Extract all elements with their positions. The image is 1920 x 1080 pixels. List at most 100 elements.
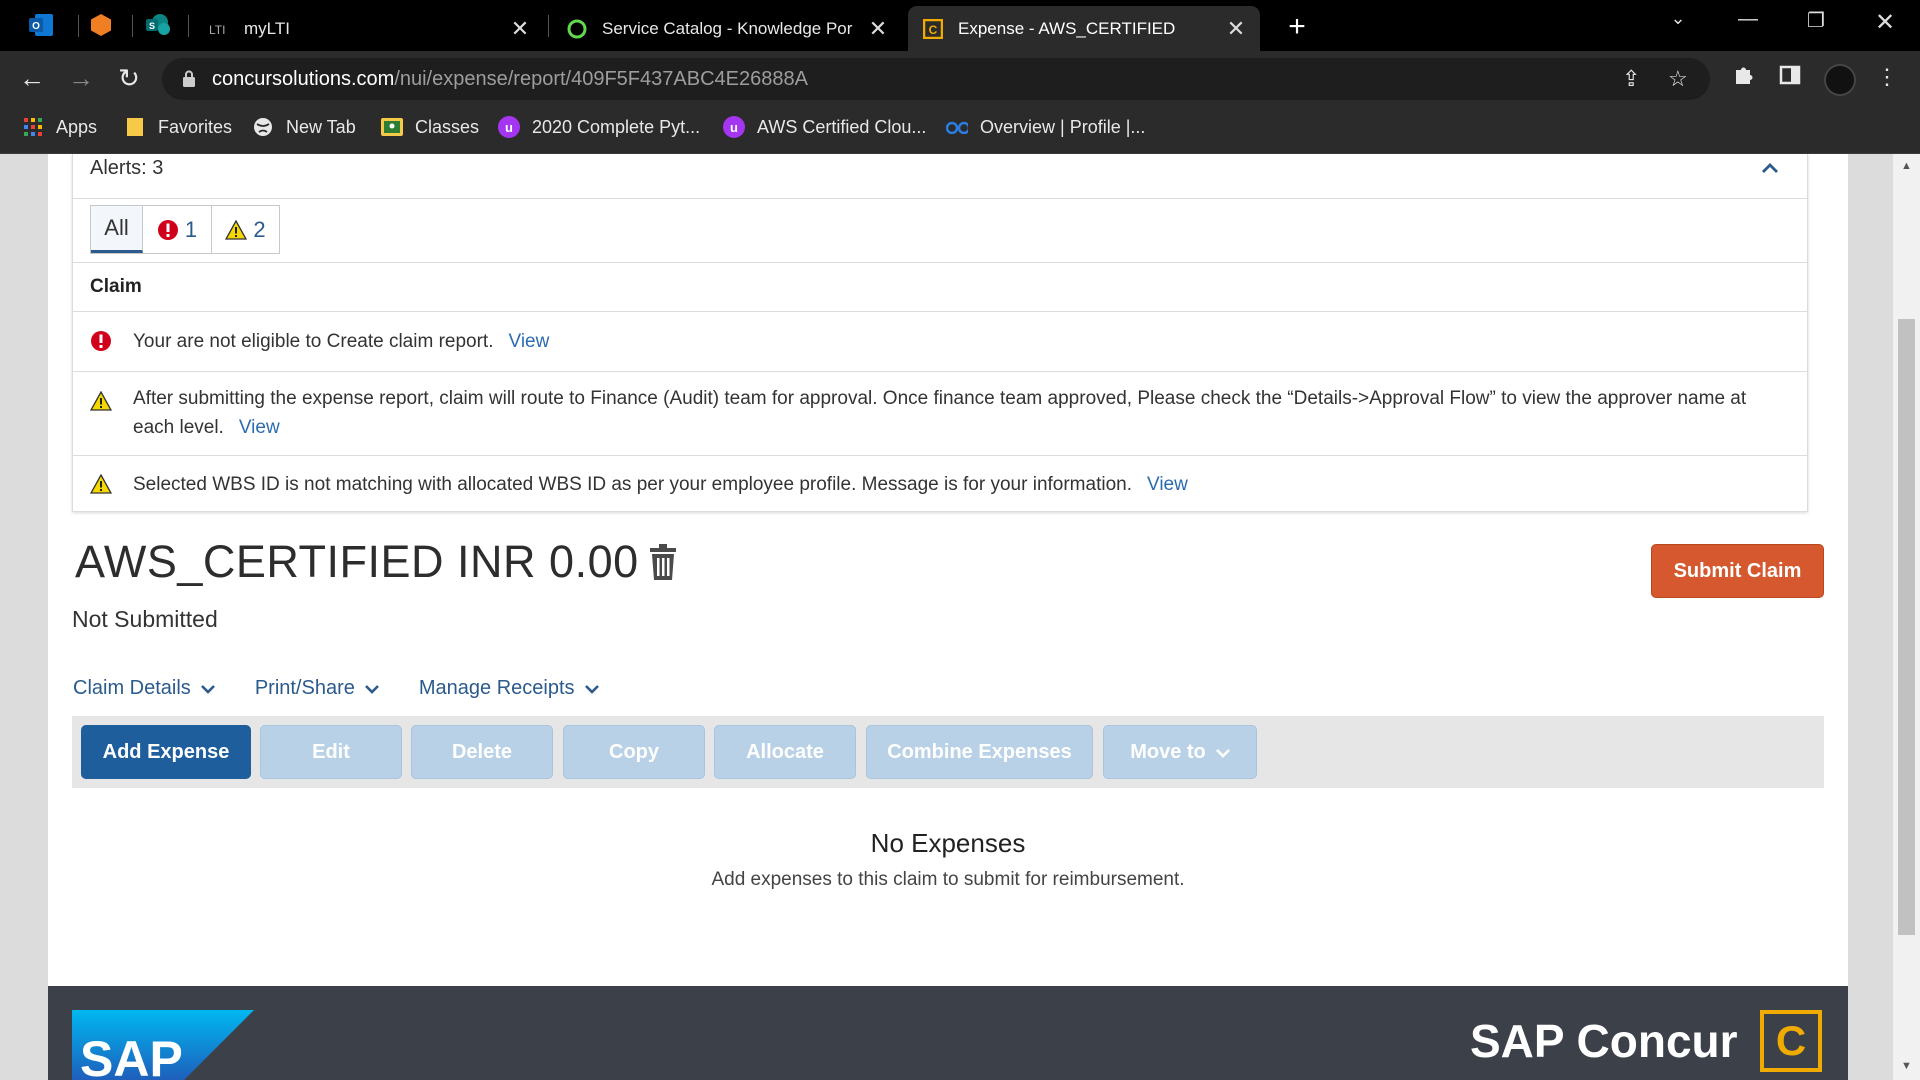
svg-text:C: C bbox=[929, 23, 938, 37]
allocate-button[interactable]: Allocate bbox=[714, 725, 856, 779]
warning-icon bbox=[225, 219, 248, 240]
extensions-puzzle-icon[interactable] bbox=[1728, 64, 1758, 92]
expense-report-content: Alerts: 3 All 1 2 Claim Your are not eli… bbox=[48, 154, 1848, 986]
claim-details-menu[interactable]: Claim Details bbox=[73, 677, 215, 700]
svg-text:O: O bbox=[32, 21, 40, 32]
filter-warnings[interactable]: 2 bbox=[212, 206, 279, 253]
bookmark-label: Overview | Profile |... bbox=[980, 116, 1146, 137]
sharepoint-pinned-tab[interactable]: S bbox=[141, 9, 175, 41]
reload-icon[interactable]: ↻ bbox=[114, 63, 144, 93]
submit-claim-button[interactable]: Submit Claim bbox=[1651, 544, 1824, 598]
filter-all[interactable]: All bbox=[91, 206, 143, 253]
alert-view-link[interactable]: View bbox=[509, 331, 550, 352]
bookmark-label: Apps bbox=[56, 116, 98, 137]
close-window-button[interactable]: ✕ bbox=[1870, 8, 1900, 37]
move-to-label: Move to bbox=[1130, 740, 1206, 763]
overview-link-icon bbox=[946, 116, 968, 138]
bookmark-label: New Tab bbox=[286, 116, 356, 137]
claim-label: Claim bbox=[90, 276, 142, 297]
alert-row-warning: After submitting the expense report, cla… bbox=[73, 372, 1807, 456]
bookmarks-bar: Apps Favorites New Tab Classes u 2020 Co… bbox=[0, 106, 1920, 154]
error-count: 1 bbox=[184, 216, 198, 242]
alert-view-link[interactable]: View bbox=[1147, 474, 1188, 495]
sharepoint-icon: S bbox=[146, 14, 170, 35]
mylti-favicon: LTI bbox=[208, 18, 230, 40]
kebab-menu-icon[interactable]: ⋮ bbox=[1872, 64, 1902, 90]
error-icon bbox=[157, 219, 178, 240]
bookmark-aws-course[interactable]: u AWS Certified Clou... bbox=[723, 116, 926, 138]
delete-report-trash-icon[interactable] bbox=[650, 544, 676, 585]
copy-button[interactable]: Copy bbox=[563, 725, 705, 779]
scroll-up-icon[interactable]: ▲ bbox=[1898, 160, 1915, 172]
alert-view-link[interactable]: View bbox=[239, 417, 280, 438]
alert-text: After submitting the expense report, cla… bbox=[133, 388, 1747, 438]
menu-label: Print/Share bbox=[254, 677, 355, 699]
chevron-down-icon bbox=[364, 677, 379, 700]
hexagon-app-icon bbox=[91, 14, 111, 36]
scroll-down-icon[interactable]: ▼ bbox=[1898, 1060, 1915, 1072]
alerts-title: Alerts: 3 bbox=[90, 157, 164, 179]
tab-label: Service Catalog - Knowledge Por bbox=[602, 18, 853, 38]
forward-arrow-icon[interactable]: → bbox=[66, 63, 96, 93]
bookmark-apps[interactable]: Apps bbox=[22, 116, 97, 138]
chevron-down-icon bbox=[584, 677, 599, 700]
lock-icon bbox=[182, 70, 196, 93]
delete-button[interactable]: Delete bbox=[411, 725, 553, 779]
close-tab-icon[interactable]: ✕ bbox=[1226, 16, 1246, 42]
move-to-button[interactable]: Move to bbox=[1103, 725, 1257, 779]
page-viewport: ▲ ▼ Alerts: 3 All 1 2 Claim Your are not… bbox=[0, 154, 1920, 1080]
manage-receipts-menu[interactable]: Manage Receipts bbox=[419, 677, 599, 700]
browser-toolbar: ← → ↻ concursolutions.com/nui/expense/re… bbox=[0, 51, 1920, 106]
edit-button[interactable]: Edit bbox=[260, 725, 402, 779]
close-tab-icon[interactable]: ✕ bbox=[510, 16, 530, 42]
url-text: concursolutions.com/nui/expense/report/4… bbox=[212, 68, 808, 90]
tab-expense[interactable]: C Expense - AWS_CERTIFIED ✕ bbox=[908, 6, 1260, 51]
combine-expenses-button[interactable]: Combine Expenses bbox=[866, 725, 1093, 779]
filter-errors[interactable]: 1 bbox=[143, 206, 212, 253]
collapse-chevron-up-icon[interactable] bbox=[1761, 158, 1779, 179]
bookmark-python-course[interactable]: u 2020 Complete Pyt... bbox=[498, 116, 700, 138]
restore-button[interactable]: ❐ bbox=[1801, 8, 1831, 33]
bookmark-new-tab[interactable]: New Tab bbox=[252, 116, 356, 138]
bookmark-classes[interactable]: Classes bbox=[381, 116, 479, 138]
scrollbar-thumb[interactable] bbox=[1898, 319, 1915, 935]
empty-state-subtitle: Add expenses to this claim to submit for… bbox=[711, 869, 1185, 890]
tab-service-catalog[interactable]: Service Catalog - Knowledge Por ✕ bbox=[552, 6, 902, 51]
concur-favicon: C bbox=[922, 18, 944, 40]
minimize-button[interactable]: — bbox=[1733, 8, 1763, 31]
alerts-header[interactable]: Alerts: 3 bbox=[73, 154, 1807, 199]
print-share-menu[interactable]: Print/Share bbox=[255, 677, 379, 700]
svg-text:u: u bbox=[505, 120, 513, 135]
alert-row-warning: Selected WBS ID is not matching with all… bbox=[73, 456, 1807, 512]
bookmark-label: 2020 Complete Pyt... bbox=[532, 116, 701, 137]
tab-search-icon[interactable]: ⌄ bbox=[1663, 8, 1693, 29]
report-status: Not Submitted bbox=[72, 606, 218, 632]
menu-label: Claim Details bbox=[73, 677, 191, 699]
globe-icon bbox=[252, 116, 274, 138]
add-expense-button[interactable]: Add Expense bbox=[81, 725, 251, 779]
warning-icon bbox=[89, 473, 113, 499]
profile-avatar[interactable] bbox=[1824, 64, 1856, 96]
outlook-pinned-tab[interactable]: O bbox=[24, 9, 58, 41]
alert-text: Selected WBS ID is not matching with all… bbox=[133, 474, 1132, 495]
bookmark-profile[interactable]: Overview | Profile |... bbox=[946, 116, 1145, 138]
tab-label: Expense - AWS_CERTIFIED bbox=[958, 18, 1176, 38]
tab-mylti[interactable]: LTI myLTI ✕ bbox=[194, 6, 544, 51]
new-tab-button[interactable]: + bbox=[1282, 10, 1312, 44]
udemy-icon: u bbox=[723, 116, 745, 138]
hex-pinned-tab[interactable] bbox=[84, 9, 118, 41]
alert-row-error: Your are not eligible to Create claim re… bbox=[73, 312, 1807, 372]
apps-grid-icon bbox=[22, 116, 44, 138]
sap-concur-wordmark: SAP Concur bbox=[1470, 1015, 1738, 1067]
concur-logo-mark: C bbox=[1760, 1010, 1822, 1072]
expense-action-bar: Add Expense Edit Delete Copy Allocate Co… bbox=[72, 716, 1824, 788]
close-tab-icon[interactable]: ✕ bbox=[868, 16, 888, 42]
share-icon[interactable]: ⇪ bbox=[1622, 66, 1640, 92]
back-arrow-icon[interactable]: ← bbox=[17, 63, 47, 93]
address-bar[interactable]: concursolutions.com/nui/expense/report/4… bbox=[162, 58, 1710, 100]
udemy-icon: u bbox=[498, 116, 520, 138]
bookmark-star-icon[interactable]: ☆ bbox=[1668, 66, 1688, 92]
side-panel-icon[interactable] bbox=[1775, 64, 1805, 92]
bookmark-favorites[interactable]: Favorites bbox=[124, 116, 232, 138]
alerts-panel: Alerts: 3 All 1 2 Claim Your are not eli… bbox=[72, 154, 1808, 512]
